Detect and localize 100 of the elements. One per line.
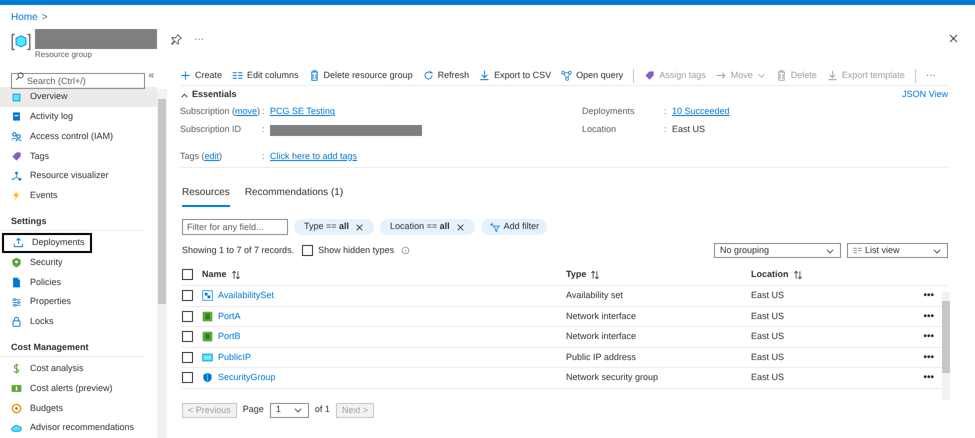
nodes-icon xyxy=(561,70,572,81)
search-icon xyxy=(15,72,24,81)
sidebar-item[interactable]: Advisor recommendations xyxy=(0,418,157,438)
resource-link[interactable]: PortB xyxy=(218,330,241,344)
move-link[interactable]: move xyxy=(235,105,258,119)
table-cell-text: Public IP address xyxy=(566,350,637,364)
row-checkbox[interactable] xyxy=(182,331,193,342)
page-dropdown[interactable]: 1 xyxy=(270,402,309,418)
tag-icon xyxy=(644,70,656,81)
filter-pill[interactable]: Location == all xyxy=(380,219,475,235)
more-button[interactable]: ••• xyxy=(914,288,934,304)
page-label: Page xyxy=(242,403,264,416)
toolbar-button[interactable]: Delete resource group xyxy=(308,68,413,82)
tab[interactable]: Resources xyxy=(182,185,230,207)
view-dropdown[interactable]: List view xyxy=(847,243,948,258)
info-icon[interactable] xyxy=(401,246,410,255)
row-checkbox[interactable] xyxy=(182,372,193,384)
colon: : xyxy=(262,105,266,118)
tab[interactable]: Recommendations (1) xyxy=(244,185,344,207)
close-icon[interactable] xyxy=(456,222,465,232)
sidebar-item[interactable]: Events xyxy=(0,186,157,206)
people-icon xyxy=(11,131,22,142)
table-cell-text: Network interface xyxy=(566,330,638,343)
shield-icon xyxy=(202,372,213,384)
toolbar-button[interactable]: Refresh xyxy=(422,68,470,82)
resource-link[interactable]: SecurityGroup xyxy=(218,371,276,384)
trash-icon xyxy=(776,70,787,81)
document-icon xyxy=(11,111,22,122)
close-icon[interactable] xyxy=(948,33,959,44)
field-label: ) xyxy=(257,105,260,118)
sidebar-item[interactable]: Overview xyxy=(0,87,157,108)
resource-link[interactable]: AvailabilitySet xyxy=(218,289,274,302)
sidebar-item[interactable]: Access control (IAM) xyxy=(0,126,157,146)
filter-field[interactable]: Filter for any field... xyxy=(182,219,288,235)
deployments-link[interactable]: 10 Succeeded xyxy=(672,105,730,119)
toolbar-button[interactable]: Edit columns xyxy=(232,68,299,82)
scrollbar-thumb[interactable] xyxy=(942,301,950,373)
scrollbar-thumb[interactable] xyxy=(158,99,166,304)
breadcrumb-link[interactable]: Home xyxy=(11,10,38,25)
field-label: Deployments xyxy=(582,105,636,118)
resource-link[interactable]: PortA xyxy=(218,310,241,323)
colon: : xyxy=(262,123,266,136)
more-button[interactable]: ··· xyxy=(194,32,204,46)
sidebar-item[interactable]: Policies xyxy=(0,272,157,292)
subscription-link[interactable]: PCG SE Testing xyxy=(270,105,335,119)
records-count: Showing 1 to 7 of 7 records. xyxy=(182,244,294,257)
column-header[interactable]: Type xyxy=(566,268,751,282)
grouping-dropdown[interactable]: No grouping xyxy=(714,243,841,258)
sort-icon xyxy=(230,270,241,280)
toolbar-button[interactable]: Open query xyxy=(561,68,624,82)
sidebar-item[interactable]: Cost alerts (preview) xyxy=(0,378,157,398)
toolbar-button[interactable]: Export to CSV xyxy=(479,68,552,82)
more-button[interactable]: ••• xyxy=(914,370,934,386)
sidebar-item[interactable]: Budgets xyxy=(0,398,157,418)
download-icon xyxy=(826,70,838,81)
close-icon[interactable] xyxy=(355,222,364,232)
column-header[interactable]: Name xyxy=(202,268,566,282)
upload-icon xyxy=(13,237,24,248)
more-button[interactable]: ••• xyxy=(914,350,934,365)
show-hidden-checkbox[interactable]: Show hidden types xyxy=(302,244,394,258)
add-filter-button[interactable]: Add filter xyxy=(480,219,548,235)
table-cell-text: Availability set xyxy=(566,289,624,302)
sidebar-item[interactable]: Properties xyxy=(0,292,157,312)
colon: : xyxy=(262,150,266,162)
search-field[interactable]: Search (Ctrl+/) xyxy=(11,72,145,89)
essentials-toggle[interactable]: Essentials xyxy=(180,88,237,102)
more-button[interactable]: ••• xyxy=(914,308,934,324)
field-label: Subscription ( xyxy=(180,105,236,118)
more-button[interactable]: ••• xyxy=(914,329,934,344)
sidebar-item[interactable]: Tags xyxy=(0,146,157,166)
toolbar-button[interactable]: Create xyxy=(180,68,222,82)
sidebar-item[interactable]: Resource visualizer xyxy=(0,166,157,186)
sidebar-item[interactable]: Activity log xyxy=(0,107,157,127)
resource-link[interactable]: PublicIP xyxy=(218,350,252,364)
row-checkbox[interactable] xyxy=(182,310,193,322)
edit-link[interactable]: edit xyxy=(204,150,220,163)
json-view-link[interactable]: JSON View xyxy=(902,88,948,102)
dollar-icon xyxy=(11,363,22,374)
column-header[interactable]: Location xyxy=(751,268,948,282)
tag-icon xyxy=(11,150,22,162)
filter-pill[interactable]: Type == all xyxy=(294,219,374,235)
more-button[interactable]: ··· xyxy=(926,68,936,83)
collapse-button[interactable]: « xyxy=(148,68,154,84)
sidebar-item[interactable]: Cost analysis xyxy=(0,359,157,379)
pin-icon[interactable] xyxy=(171,34,182,44)
select-all-checkbox[interactable] xyxy=(182,269,193,280)
sidebar-item[interactable]: Security xyxy=(0,252,157,272)
row-checkbox[interactable] xyxy=(182,352,193,363)
section-heading: Settings xyxy=(0,214,145,232)
refresh-icon xyxy=(422,70,434,81)
page-count: of 1 xyxy=(314,403,330,416)
table-cell-text: East US xyxy=(751,310,786,322)
field-label: ) xyxy=(219,150,222,163)
add-tags-link[interactable]: Click here to add tags xyxy=(270,150,358,163)
network-card-icon xyxy=(202,310,213,322)
sidebar-item[interactable]: Locks xyxy=(0,312,157,332)
columns-icon xyxy=(232,70,244,81)
sidebar-item[interactable]: Deployments xyxy=(2,233,92,253)
row-checkbox[interactable] xyxy=(182,290,193,302)
table-cell-text: Network interface xyxy=(566,310,638,322)
